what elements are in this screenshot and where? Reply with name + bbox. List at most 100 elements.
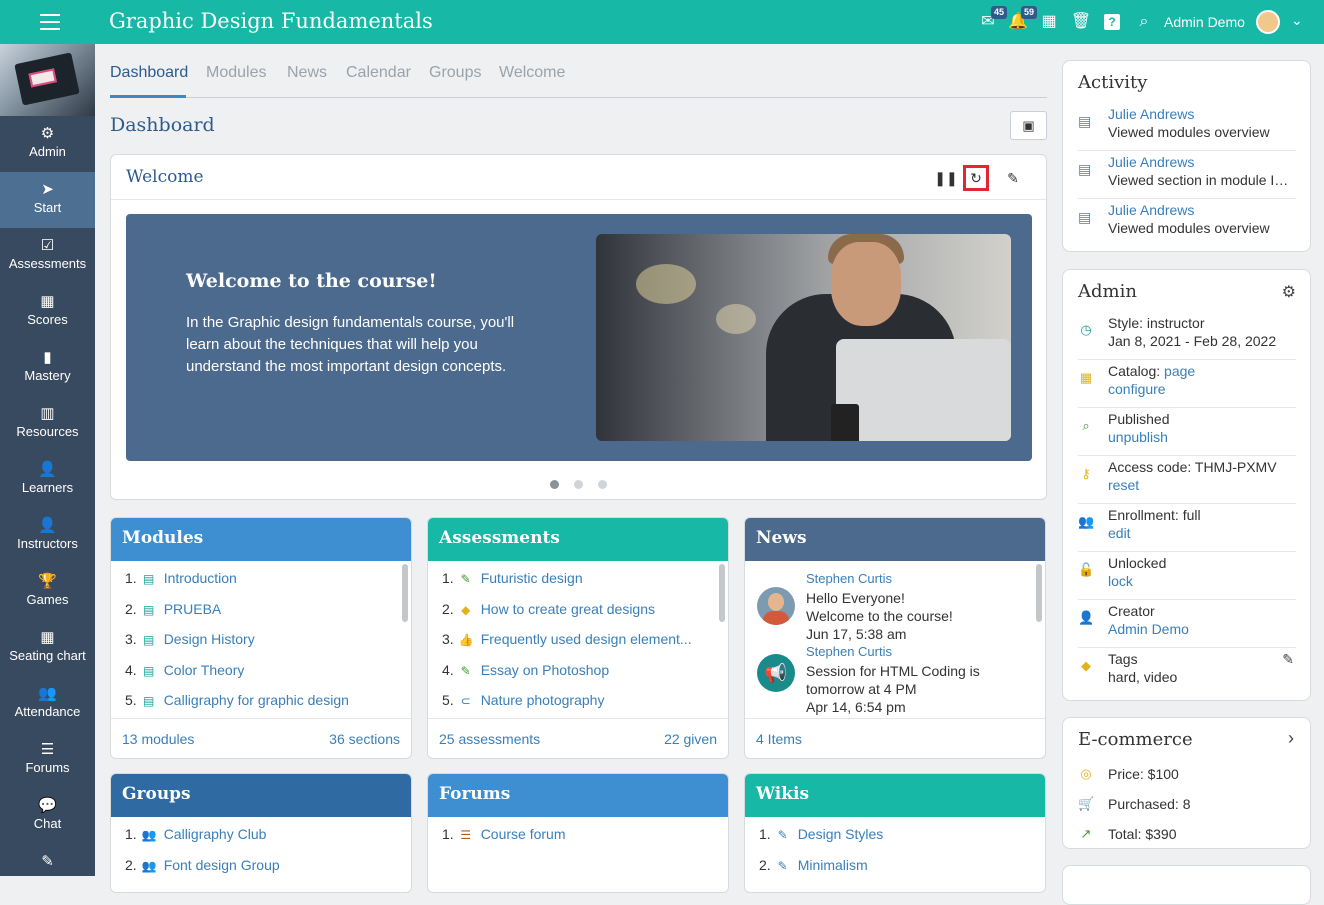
list-item[interactable]: 1. 👥 Calligraphy Club <box>111 819 411 850</box>
news-item[interactable]: 📢 Stephen Curtis Session for HTML Coding… <box>745 644 1045 718</box>
paperclip-icon: ⊂ <box>460 694 471 708</box>
edit-note-icon: ✎ <box>41 853 54 870</box>
search-icon[interactable]: ⌕ <box>1133 11 1155 33</box>
admin-row-value[interactable]: configure <box>1108 381 1166 397</box>
sidebar-item-scores[interactable]: ▦ Scores <box>0 284 95 340</box>
list-item[interactable]: 1. ✎ Futuristic design <box>428 563 728 594</box>
pause-icon[interactable]: ❚❚ <box>933 165 959 191</box>
clock-icon: ◷ <box>1080 322 1092 337</box>
tab-news[interactable]: News <box>287 64 327 82</box>
activity-user[interactable]: Julie Andrews <box>1108 106 1194 122</box>
activity-item: ▤ Julie Andrews Viewed section in module I… <box>1078 151 1296 199</box>
list-item[interactable]: 4. ✎ Essay on Photoshop <box>428 655 728 686</box>
forums-card-title[interactable]: Forums <box>428 774 728 817</box>
sidebar-item-start[interactable]: ➤ Start <box>0 172 95 228</box>
news-author[interactable]: Stephen Curtis <box>806 644 892 659</box>
modules-count[interactable]: 13 modules <box>122 731 194 747</box>
slide-dot-1[interactable] <box>550 480 559 489</box>
sidebar-item-resources[interactable]: ▥ Resources <box>0 396 95 452</box>
pencil-edit-icon[interactable]: ✎ <box>1000 165 1026 191</box>
list-item[interactable]: 5. ⊂ Nature photography <box>428 685 728 716</box>
books-icon: ▥ <box>40 405 55 422</box>
course-thumbnail[interactable] <box>0 44 95 116</box>
bell-icon[interactable]: 🔔 59 <box>1007 6 1037 33</box>
help-icon[interactable]: ? <box>1101 11 1123 33</box>
activity-panel: Activity ▤ Julie Andrews Viewed modules ov… <box>1062 60 1311 252</box>
user-avatar[interactable] <box>1256 10 1280 34</box>
list-item[interactable]: 1. ✎ Design Styles <box>745 819 1045 850</box>
list-item[interactable]: 1. ▤ Introduction <box>111 563 411 594</box>
item-number: 3. <box>442 631 454 647</box>
catalog-grid-icon: ▦ <box>1079 370 1093 385</box>
course-title[interactable]: Graphic Design Fundamentals <box>109 9 433 33</box>
megaphone-icon: 📢 <box>757 654 795 692</box>
list-item[interactable]: 2. ▤ PRUEBA <box>111 594 411 625</box>
scrollbar[interactable] <box>719 564 725 622</box>
sidebar-item-mastery[interactable]: ▮ Mastery <box>0 340 95 396</box>
layout-button[interactable]: ▣ <box>1010 111 1047 140</box>
scrollbar[interactable] <box>402 564 408 622</box>
given-count[interactable]: 22 given <box>664 731 717 747</box>
admin-row-value[interactable]: edit <box>1108 525 1131 541</box>
sidebar-item-forums[interactable]: ☰ Forums <box>0 732 95 788</box>
sidebar-item-instructors[interactable]: 👤 Instructors <box>0 508 95 564</box>
ecommerce-title[interactable]: E-commerce <box>1078 729 1193 750</box>
list-item[interactable]: 3. 👍 Frequently used design element... <box>428 624 728 655</box>
sidebar-item-assessments[interactable]: ☑ Assessments <box>0 228 95 284</box>
gear-icon[interactable]: ⚙ <box>1282 282 1296 302</box>
tab-groups[interactable]: Groups <box>429 64 481 82</box>
news-count[interactable]: 4 Items <box>756 731 802 747</box>
admin-row-value[interactable]: lock <box>1108 573 1133 589</box>
instructor-icon: 👤 <box>38 517 57 534</box>
tab-dashboard[interactable]: Dashboard <box>110 64 188 82</box>
scrollbar[interactable] <box>1036 564 1042 622</box>
pencil-edit-icon[interactable]: ✎ <box>1282 651 1294 668</box>
tag-icon: ◆ <box>1081 658 1091 673</box>
sidebar-item-chat[interactable]: 💬 Chat <box>0 788 95 844</box>
menu-icon[interactable] <box>40 14 60 30</box>
chevron-down-icon[interactable]: ⌄ <box>1291 12 1303 29</box>
user-name[interactable]: Admin Demo <box>1164 14 1245 30</box>
calendar-icon[interactable]: ▦ <box>1038 11 1060 33</box>
sidebar-item-more[interactable]: ✎ <box>0 844 95 900</box>
assessments-count[interactable]: 25 assessments <box>439 731 540 747</box>
tab-modules[interactable]: Modules <box>206 64 266 82</box>
wikis-card-title[interactable]: Wikis <box>745 774 1045 817</box>
list-item[interactable]: 3. ▤ Design History <box>111 624 411 655</box>
groups-card-title[interactable]: Groups <box>111 774 411 817</box>
list-item[interactable]: 5. ▤ Calligraphy for graphic design <box>111 685 411 716</box>
slide-dot-3[interactable] <box>598 480 607 489</box>
tab-welcome[interactable]: Welcome <box>499 64 565 82</box>
sections-count[interactable]: 36 sections <box>329 731 400 747</box>
trash-icon[interactable]: 🗑 <box>1070 11 1092 33</box>
admin-row-value[interactable]: reset <box>1108 477 1139 493</box>
sidebar-item-admin[interactable]: ⚙ Admin <box>0 116 95 172</box>
author-avatar <box>757 587 795 625</box>
slide-dot-2[interactable] <box>574 480 583 489</box>
admin-row-value[interactable]: Admin Demo <box>1108 621 1189 637</box>
activity-user[interactable]: Julie Andrews <box>1108 202 1194 218</box>
welcome-panel: Welcome ❚❚ ↻ ✎ Welcome to the course! In… <box>110 154 1047 500</box>
list-item[interactable]: 4. ▤ Color Theory <box>111 655 411 686</box>
activity-user[interactable]: Julie Andrews <box>1108 154 1194 170</box>
list-item[interactable]: 2. ✎ Minimalism <box>745 850 1045 881</box>
news-author[interactable]: Stephen Curtis <box>806 571 892 586</box>
sidebar-item-seating-chart[interactable]: ▦ Seating chart <box>0 620 95 676</box>
sidebar-item-learners[interactable]: 👤 Learners <box>0 452 95 508</box>
list-item[interactable]: 2. ◆ How to create great designs <box>428 594 728 625</box>
news-item[interactable]: Stephen Curtis Hello Everyone! Welcome to… <box>745 561 1045 644</box>
catalog-page-link[interactable]: page <box>1164 363 1195 379</box>
item-number: 1. <box>442 570 454 586</box>
refresh-icon[interactable]: ↻ <box>963 165 989 191</box>
mail-icon[interactable]: ✉ 45 <box>977 6 1007 33</box>
list-item[interactable]: 2. 👥 Font design Group <box>111 850 411 881</box>
sidebar-item-attendance[interactable]: 👥 Attendance <box>0 676 95 732</box>
chevron-right-icon[interactable]: › <box>1288 728 1294 749</box>
assessments-card-title[interactable]: Assessments <box>428 518 728 561</box>
modules-card-title[interactable]: Modules <box>111 518 411 561</box>
sidebar-item-games[interactable]: 🏆 Games <box>0 564 95 620</box>
tab-calendar[interactable]: Calendar <box>346 64 411 82</box>
admin-row-value[interactable]: unpublish <box>1108 429 1168 445</box>
list-item[interactable]: 1. ☰ Course forum <box>428 819 728 850</box>
news-card-title[interactable]: News <box>745 518 1045 561</box>
